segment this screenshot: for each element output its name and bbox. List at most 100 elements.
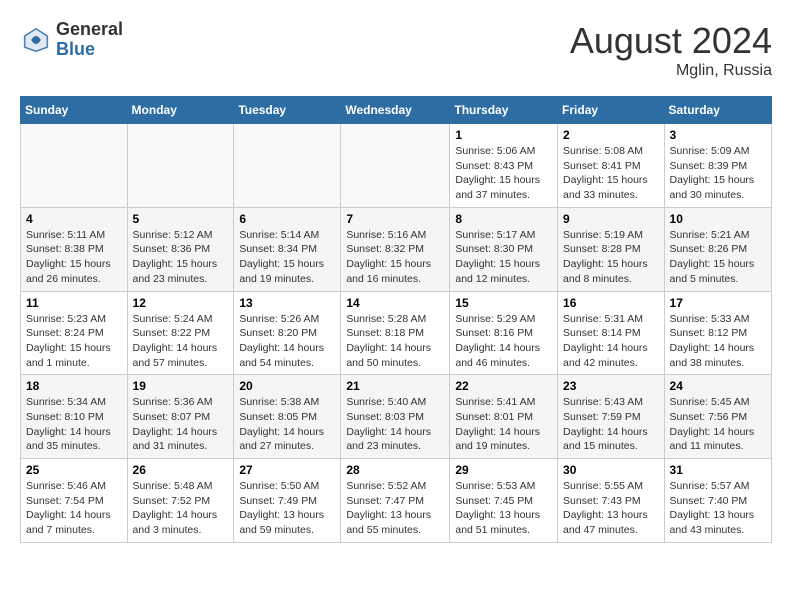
calendar-cell: 28 Sunrise: 5:52 AMSunset: 7:47 PMDayligh… <box>341 459 450 543</box>
day-info: Sunrise: 5:11 AMSunset: 8:38 PMDaylight:… <box>26 228 122 287</box>
logo-general: General <box>56 20 123 40</box>
day-info: Sunrise: 5:38 AMSunset: 8:05 PMDaylight:… <box>239 395 335 454</box>
day-info: Sunrise: 5:46 AMSunset: 7:54 PMDaylight:… <box>26 479 122 538</box>
calendar-cell: 14 Sunrise: 5:28 AMSunset: 8:18 PMDayligh… <box>341 291 450 375</box>
day-info: Sunrise: 5:12 AMSunset: 8:36 PMDaylight:… <box>133 228 229 287</box>
day-number: 9 <box>563 212 659 226</box>
day-info: Sunrise: 5:43 AMSunset: 7:59 PMDaylight:… <box>563 395 659 454</box>
day-number: 29 <box>455 463 552 477</box>
calendar-title: August 2024 <box>570 20 772 62</box>
day-number: 21 <box>346 379 444 393</box>
day-info: Sunrise: 5:53 AMSunset: 7:45 PMDaylight:… <box>455 479 552 538</box>
calendar-cell: 20 Sunrise: 5:38 AMSunset: 8:05 PMDayligh… <box>234 375 341 459</box>
day-info: Sunrise: 5:24 AMSunset: 8:22 PMDaylight:… <box>133 312 229 371</box>
calendar-cell: 27Sunrise: 5:50 AMSunset: 7:49 PMDayligh… <box>234 459 341 543</box>
day-info: Sunrise: 5:48 AMSunset: 7:52 PMDaylight:… <box>133 479 229 538</box>
day-info: Sunrise: 5:50 AMSunset: 7:49 PMDaylight:… <box>239 479 335 538</box>
calendar-cell: 29 Sunrise: 5:53 AMSunset: 7:45 PMDayligh… <box>450 459 558 543</box>
day-header-saturday: Saturday <box>664 97 771 124</box>
day-info: Sunrise: 5:28 AMSunset: 8:18 PMDaylight:… <box>346 312 444 371</box>
calendar-cell: 16 Sunrise: 5:31 AMSunset: 8:14 PMDayligh… <box>558 291 665 375</box>
day-info: Sunrise: 5:14 AMSunset: 8:34 PMDaylight:… <box>239 228 335 287</box>
calendar-table: SundayMondayTuesdayWednesdayThursdayFrid… <box>20 96 772 543</box>
page-header: General Blue August 2024 Mglin, Russia <box>20 20 772 80</box>
day-number: 5 <box>133 212 229 226</box>
calendar-cell <box>234 124 341 208</box>
day-number: 24 <box>670 379 766 393</box>
day-info: Sunrise: 5:23 AMSunset: 8:24 PMDaylight:… <box>26 312 122 371</box>
calendar-cell: 22Sunrise: 5:41 AMSunset: 8:01 PMDayligh… <box>450 375 558 459</box>
day-info: Sunrise: 5:45 AMSunset: 7:56 PMDaylight:… <box>670 395 766 454</box>
calendar-location: Mglin, Russia <box>570 62 772 80</box>
calendar-cell: 21Sunrise: 5:40 AMSunset: 8:03 PMDayligh… <box>341 375 450 459</box>
day-info: Sunrise: 5:21 AMSunset: 8:26 PMDaylight:… <box>670 228 766 287</box>
calendar-cell: 4 Sunrise: 5:11 AMSunset: 8:38 PMDaylight… <box>21 207 128 291</box>
day-number: 23 <box>563 379 659 393</box>
day-number: 20 <box>239 379 335 393</box>
day-info: Sunrise: 5:29 AMSunset: 8:16 PMDaylight:… <box>455 312 552 371</box>
day-number: 11 <box>26 296 122 310</box>
day-info: Sunrise: 5:31 AMSunset: 8:14 PMDaylight:… <box>563 312 659 371</box>
calendar-cell: 11 Sunrise: 5:23 AMSunset: 8:24 PMDayligh… <box>21 291 128 375</box>
day-header-thursday: Thursday <box>450 97 558 124</box>
day-info: Sunrise: 5:09 AMSunset: 8:39 PMDaylight:… <box>670 144 766 203</box>
day-number: 7 <box>346 212 444 226</box>
calendar-cell: 24 Sunrise: 5:45 AMSunset: 7:56 PMDayligh… <box>664 375 771 459</box>
calendar-cell: 15 Sunrise: 5:29 AMSunset: 8:16 PMDayligh… <box>450 291 558 375</box>
day-info: Sunrise: 5:08 AMSunset: 8:41 PMDaylight:… <box>563 144 659 203</box>
day-number: 15 <box>455 296 552 310</box>
day-number: 22 <box>455 379 552 393</box>
day-number: 4 <box>26 212 122 226</box>
calendar-cell: 10Sunrise: 5:21 AMSunset: 8:26 PMDayligh… <box>664 207 771 291</box>
day-header-tuesday: Tuesday <box>234 97 341 124</box>
day-number: 26 <box>133 463 229 477</box>
day-number: 28 <box>346 463 444 477</box>
logo: General Blue <box>20 20 123 60</box>
calendar-cell: 25Sunrise: 5:46 AMSunset: 7:54 PMDayligh… <box>21 459 128 543</box>
title-block: August 2024 Mglin, Russia <box>570 20 772 80</box>
day-number: 17 <box>670 296 766 310</box>
calendar-cell: 19Sunrise: 5:36 AMSunset: 8:07 PMDayligh… <box>127 375 234 459</box>
calendar-header: SundayMondayTuesdayWednesdayThursdayFrid… <box>21 97 772 124</box>
logo-text: General Blue <box>56 20 123 60</box>
calendar-cell <box>127 124 234 208</box>
calendar-cell: 6Sunrise: 5:14 AMSunset: 8:34 PMDaylight… <box>234 207 341 291</box>
calendar-cell: 30Sunrise: 5:55 AMSunset: 7:43 PMDayligh… <box>558 459 665 543</box>
calendar-cell: 1 Sunrise: 5:06 AMSunset: 8:43 PMDaylight… <box>450 124 558 208</box>
day-number: 3 <box>670 128 766 142</box>
calendar-cell: 9 Sunrise: 5:19 AMSunset: 8:28 PMDaylight… <box>558 207 665 291</box>
calendar-cell: 17 Sunrise: 5:33 AMSunset: 8:12 PMDayligh… <box>664 291 771 375</box>
day-number: 2 <box>563 128 659 142</box>
day-number: 31 <box>670 463 766 477</box>
logo-blue: Blue <box>56 40 123 60</box>
calendar-cell: 7 Sunrise: 5:16 AMSunset: 8:32 PMDaylight… <box>341 207 450 291</box>
day-number: 8 <box>455 212 552 226</box>
day-info: Sunrise: 5:34 AMSunset: 8:10 PMDaylight:… <box>26 395 122 454</box>
day-info: Sunrise: 5:33 AMSunset: 8:12 PMDaylight:… <box>670 312 766 371</box>
day-number: 1 <box>455 128 552 142</box>
logo-icon <box>20 24 52 56</box>
day-header-wednesday: Wednesday <box>341 97 450 124</box>
calendar-cell: 23 Sunrise: 5:43 AMSunset: 7:59 PMDayligh… <box>558 375 665 459</box>
calendar-week-0: 1 Sunrise: 5:06 AMSunset: 8:43 PMDaylight… <box>21 124 772 208</box>
day-info: Sunrise: 5:16 AMSunset: 8:32 PMDaylight:… <box>346 228 444 287</box>
day-info: Sunrise: 5:26 AMSunset: 8:20 PMDaylight:… <box>239 312 335 371</box>
calendar-week-1: 4 Sunrise: 5:11 AMSunset: 8:38 PMDaylight… <box>21 207 772 291</box>
day-number: 16 <box>563 296 659 310</box>
day-info: Sunrise: 5:52 AMSunset: 7:47 PMDaylight:… <box>346 479 444 538</box>
day-info: Sunrise: 5:06 AMSunset: 8:43 PMDaylight:… <box>455 144 552 203</box>
calendar-cell: 26 Sunrise: 5:48 AMSunset: 7:52 PMDayligh… <box>127 459 234 543</box>
calendar-cell: 8Sunrise: 5:17 AMSunset: 8:30 PMDaylight… <box>450 207 558 291</box>
day-info: Sunrise: 5:19 AMSunset: 8:28 PMDaylight:… <box>563 228 659 287</box>
day-info: Sunrise: 5:36 AMSunset: 8:07 PMDaylight:… <box>133 395 229 454</box>
day-number: 14 <box>346 296 444 310</box>
days-header-row: SundayMondayTuesdayWednesdayThursdayFrid… <box>21 97 772 124</box>
day-number: 12 <box>133 296 229 310</box>
day-header-sunday: Sunday <box>21 97 128 124</box>
calendar-cell: 31 Sunrise: 5:57 AMSunset: 7:40 PMDayligh… <box>664 459 771 543</box>
day-info: Sunrise: 5:57 AMSunset: 7:40 PMDaylight:… <box>670 479 766 538</box>
calendar-week-2: 11 Sunrise: 5:23 AMSunset: 8:24 PMDayligh… <box>21 291 772 375</box>
day-number: 13 <box>239 296 335 310</box>
calendar-body: 1 Sunrise: 5:06 AMSunset: 8:43 PMDaylight… <box>21 124 772 543</box>
calendar-cell <box>341 124 450 208</box>
